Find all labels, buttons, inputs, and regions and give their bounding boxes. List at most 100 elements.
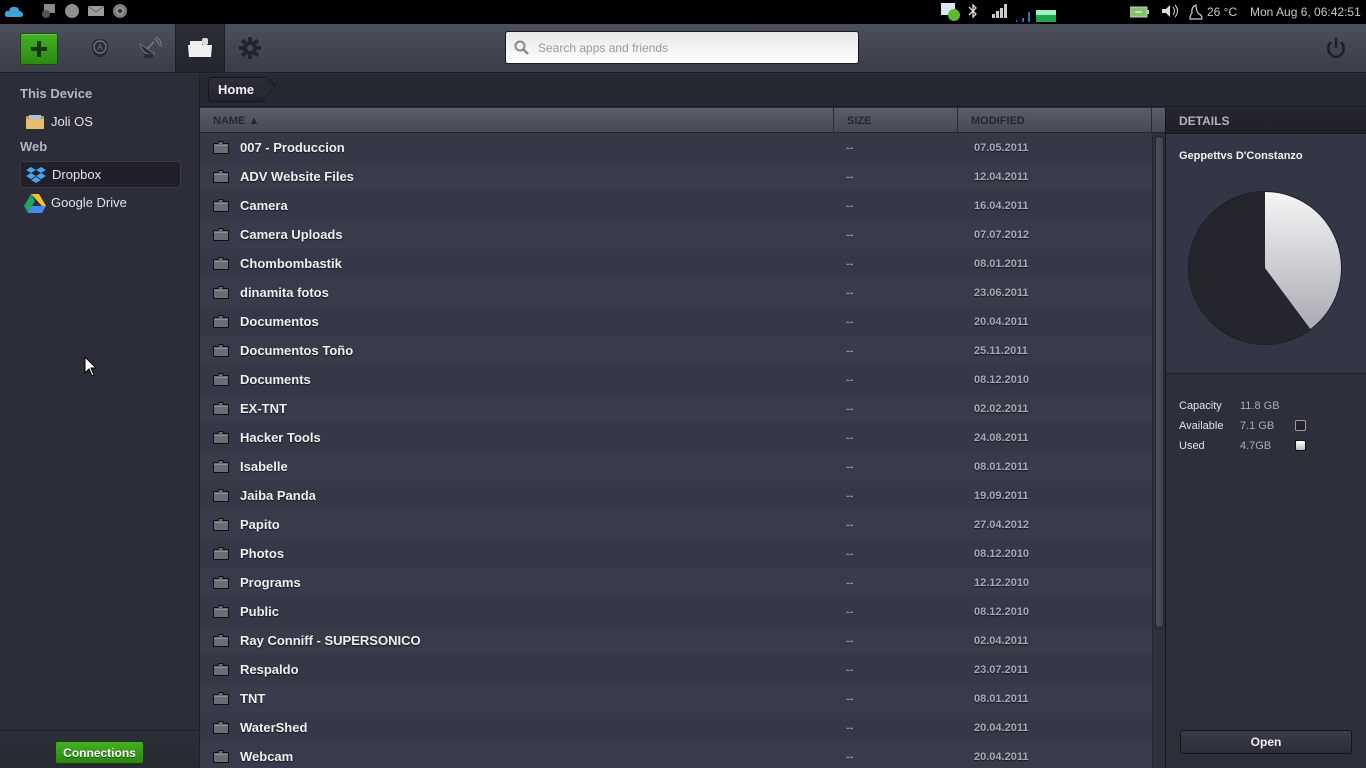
file-modified: 19.09.2011	[974, 489, 1029, 502]
folder-icon	[213, 605, 229, 623]
mail-icon[interactable]	[88, 5, 104, 17]
details-summary: Geppettvs D'Constanzo	[1166, 134, 1366, 374]
mouse-cursor-icon	[84, 356, 98, 377]
open-button[interactable]: Open	[1180, 730, 1352, 754]
settings-button[interactable]	[233, 24, 267, 72]
file-name: Ray Conniff - SUPERSONICO	[240, 633, 421, 648]
file-name: Webcam	[240, 749, 294, 764]
table-header: NAME ▲ SIZE MODIFIED	[200, 108, 1165, 133]
app-toolbar: A	[0, 24, 1366, 73]
chrome-icon[interactable]	[112, 3, 128, 19]
table-row[interactable]: Photos -- 08.12.2010	[200, 539, 1152, 568]
sidebar-item-google-drive[interactable]: Google Drive	[20, 189, 181, 216]
file-modified: 12.04.2011	[974, 170, 1029, 183]
file-name: WaterShed	[240, 720, 308, 735]
file-size: --	[846, 402, 854, 415]
table-row[interactable]: Isabelle -- 08.01.2011	[200, 452, 1152, 481]
file-name: Chombombastik	[240, 256, 342, 271]
file-size: --	[846, 431, 854, 444]
folder-icon	[213, 315, 229, 333]
file-size: --	[846, 663, 854, 676]
table-row[interactable]: Papito -- 27.04.2012	[200, 510, 1152, 539]
bluetooth-icon[interactable]	[968, 3, 978, 19]
file-modified: 08.01.2011	[974, 460, 1029, 473]
table-row[interactable]: ADV Website Files -- 12.04.2011	[200, 162, 1152, 191]
sidebar-item-dropbox[interactable]: Dropbox	[20, 161, 181, 188]
chat-icon[interactable]	[40, 3, 56, 19]
table-row[interactable]: Documents -- 08.12.2010	[200, 365, 1152, 394]
storage-pie-chart	[1188, 191, 1342, 345]
weather-icon[interactable]	[1188, 3, 1204, 21]
folder-icon	[213, 199, 229, 217]
table-row[interactable]: Camera -- 16.04.2011	[200, 191, 1152, 220]
table-row[interactable]: Camera Uploads -- 07.07.2012	[200, 220, 1152, 249]
file-size: --	[846, 286, 854, 299]
table-row[interactable]: TNT -- 08.01.2011	[200, 684, 1152, 713]
vertical-scrollbar[interactable]	[1152, 133, 1165, 768]
table-row[interactable]: Webcam -- 20.04.2011	[200, 742, 1152, 768]
file-modified: 07.05.2011	[974, 141, 1029, 154]
breadcrumb: Home	[200, 74, 1366, 107]
table-row[interactable]: Documentos -- 20.04.2011	[200, 307, 1152, 336]
status-circle-icon[interactable]	[64, 3, 80, 19]
cloud-icon[interactable]	[4, 5, 24, 18]
table-row[interactable]: Public -- 08.12.2010	[200, 597, 1152, 626]
sidebar-item-joli-os[interactable]: Joli OS	[20, 108, 181, 135]
battery-icon[interactable]	[1130, 6, 1150, 18]
google-drive-icon	[24, 193, 46, 213]
folder-icon	[213, 402, 229, 420]
file-size: --	[846, 576, 854, 589]
sidebar-footer: Connections	[0, 730, 199, 768]
search-input[interactable]	[538, 40, 838, 55]
column-header-name[interactable]: NAME ▲	[200, 108, 834, 133]
table-row[interactable]: Programs -- 12.12.2010	[200, 568, 1152, 597]
temperature-label[interactable]: 26 °C	[1207, 5, 1237, 19]
table-row[interactable]: 007 - Produccion -- 07.05.2011	[200, 133, 1152, 162]
file-name: Documentos	[240, 314, 319, 329]
stat-label-used: Used	[1179, 440, 1205, 452]
file-size: --	[846, 547, 854, 560]
app-store-button[interactable]: A	[83, 24, 117, 72]
search-box[interactable]	[505, 31, 859, 64]
table-row[interactable]: Chombombastik -- 08.01.2011	[200, 249, 1152, 278]
volume-icon[interactable]	[1161, 3, 1181, 19]
file-modified: 02.02.2011	[974, 402, 1029, 415]
gear-icon	[239, 37, 261, 59]
file-size: --	[846, 605, 854, 618]
file-name: ADV Website Files	[240, 169, 354, 184]
table-row[interactable]: WaterShed -- 20.04.2011	[200, 713, 1152, 742]
file-size: --	[846, 199, 854, 212]
signal-icon[interactable]	[992, 3, 1008, 19]
files-tab[interactable]	[175, 24, 225, 72]
clock-label[interactable]: Mon Aug 6, 06:42:51	[1250, 5, 1361, 19]
table-row[interactable]: Documentos Toño -- 25.11.2011	[200, 336, 1152, 365]
table-row[interactable]: Hacker Tools -- 24.08.2011	[200, 423, 1152, 452]
file-list: 007 - Produccion -- 07.05.2011 ADV Website …	[200, 133, 1152, 768]
folder-icon	[213, 373, 229, 391]
breadcrumb-item-home[interactable]: Home	[208, 77, 267, 102]
file-size: --	[846, 141, 854, 154]
table-row[interactable]: Jaiba Panda -- 19.09.2011	[200, 481, 1152, 510]
file-size: --	[846, 750, 854, 763]
file-modified: 24.08.2011	[974, 431, 1029, 444]
column-header-modified[interactable]: MODIFIED	[958, 108, 1152, 133]
power-button[interactable]	[1319, 24, 1353, 72]
table-row[interactable]: EX-TNT -- 02.02.2011	[200, 394, 1152, 423]
file-table: NAME ▲ SIZE MODIFIED 007 - Produccion -- 0…	[200, 108, 1165, 768]
table-row[interactable]: Respaldo -- 23.07.2011	[200, 655, 1152, 684]
file-modified: 08.12.2010	[974, 547, 1030, 560]
network-button[interactable]	[133, 24, 167, 72]
table-row[interactable]: Ray Conniff - SUPERSONICO -- 02.04.2011	[200, 626, 1152, 655]
scrollbar-thumb[interactable]	[1155, 136, 1164, 628]
table-row[interactable]: dinamita fotos -- 23.06.2011	[200, 278, 1152, 307]
file-name: Hacker Tools	[240, 430, 321, 445]
file-name: Papito	[240, 517, 280, 532]
connections-button[interactable]: Connections	[55, 741, 144, 764]
add-app-button[interactable]	[20, 33, 58, 65]
folder-icon	[213, 286, 229, 304]
plus-icon	[31, 41, 47, 57]
folder-icon	[213, 576, 229, 594]
column-header-size[interactable]: SIZE	[834, 108, 958, 133]
messaging-icon[interactable]	[940, 2, 962, 22]
folder-icon	[213, 257, 229, 275]
